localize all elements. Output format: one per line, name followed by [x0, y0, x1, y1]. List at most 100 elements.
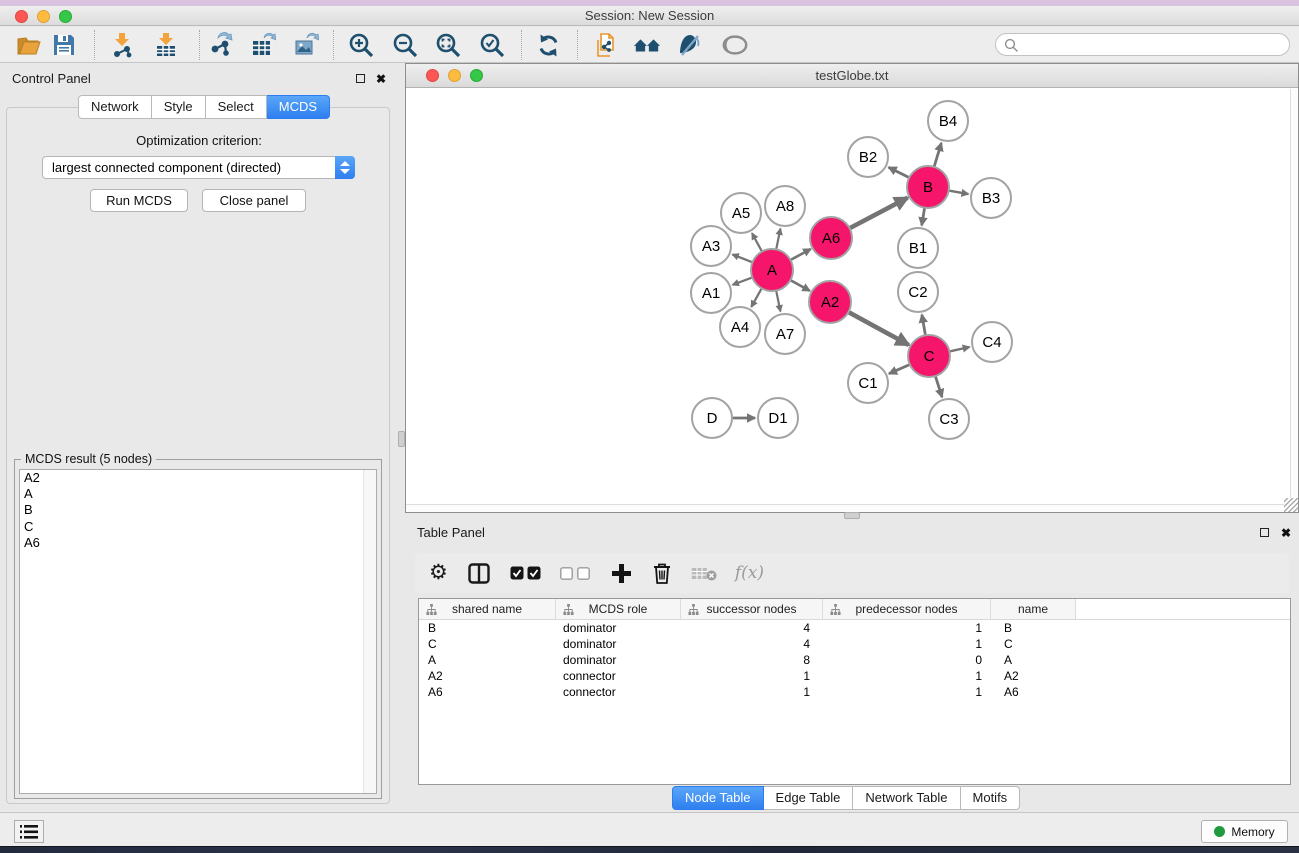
export-table-icon	[250, 32, 276, 58]
birds-eye-button[interactable]	[721, 31, 749, 59]
float-table-panel-icon[interactable]	[1260, 528, 1269, 537]
network-graph[interactable]: B4B2BB3A8A5A6B1A3AA1C2A2A4A7CC4C1C3DD1	[406, 89, 1298, 513]
zoom-selected-button[interactable]	[478, 31, 506, 59]
graph-edge[interactable]	[949, 347, 969, 351]
network-view-window: testGlobe.txt B4B2BB3A8A5A6B1A3AA1C2A2A4…	[405, 63, 1299, 513]
search-input[interactable]	[1022, 35, 1282, 54]
graph-edge[interactable]	[850, 198, 908, 229]
mcds-result-title: MCDS result (5 nodes)	[21, 452, 156, 466]
hide-graphics-details-button[interactable]	[676, 31, 704, 59]
toolbar-separator	[94, 30, 95, 60]
table-panel-title: Table Panel	[417, 525, 485, 540]
memory-button[interactable]: Memory	[1201, 820, 1288, 843]
network-canvas[interactable]: B4B2BB3A8A5A6B1A3AA1C2A2A4A7CC4C1C3DD1	[406, 89, 1298, 512]
graph-edge[interactable]	[848, 312, 908, 345]
table-settings-button[interactable]: ⚙	[429, 558, 448, 588]
delete-column-button[interactable]	[653, 558, 671, 588]
graph-edge[interactable]	[922, 315, 926, 336]
mcds-result-item[interactable]: A2	[20, 470, 376, 486]
table-tabs: Node Table Edge Table Network Table Moti…	[672, 786, 1020, 810]
add-column-button[interactable]	[612, 558, 631, 588]
graph-node-label: B	[923, 179, 933, 196]
status-bar: Memory	[0, 812, 1299, 846]
mcds-result-item[interactable]: C	[20, 519, 376, 535]
save-session-button[interactable]	[50, 31, 78, 59]
graph-edge[interactable]	[732, 254, 752, 262]
graph-edge[interactable]	[934, 143, 941, 167]
run-mcds-button[interactable]: Run MCDS	[90, 189, 188, 212]
table-row[interactable]: Cdominator41C	[419, 636, 1290, 652]
task-history-button[interactable]	[14, 820, 44, 843]
mcds-result-list[interactable]: A2ABCA6	[19, 469, 377, 794]
table-row[interactable]: Adominator80A	[419, 652, 1290, 668]
tab-node-table[interactable]: Node Table	[672, 786, 764, 810]
home-button[interactable]	[633, 31, 661, 59]
result-scrollbar[interactable]	[363, 470, 376, 793]
graph-edge[interactable]	[889, 364, 910, 373]
float-panel-icon[interactable]	[356, 74, 365, 83]
import-network-icon	[109, 32, 135, 58]
vertical-scrollbar[interactable]	[1290, 89, 1298, 504]
column-header[interactable]: predecessor nodes	[823, 599, 991, 619]
graph-edge[interactable]	[733, 277, 753, 284]
close-panel-button[interactable]: Close panel	[202, 189, 306, 212]
refresh-button[interactable]	[534, 31, 562, 59]
graph-edge[interactable]	[776, 291, 780, 312]
open-session-button[interactable]	[15, 31, 43, 59]
tab-style[interactable]: Style	[152, 95, 206, 119]
export-table-button[interactable]	[249, 31, 277, 59]
split-view-icon	[468, 563, 490, 584]
graph-edge[interactable]	[790, 249, 810, 260]
import-network-button[interactable]	[108, 31, 136, 59]
function-builder-button[interactable]: f(x)	[735, 558, 764, 588]
tab-mcds[interactable]: MCDS	[267, 95, 330, 119]
open-folder-icon	[16, 32, 42, 58]
toolbar-separator	[577, 30, 578, 60]
graph-edge[interactable]	[776, 229, 780, 250]
close-table-panel-icon[interactable]: ✖	[1281, 527, 1291, 539]
column-header[interactable]: MCDS role	[556, 599, 681, 619]
deselect-all-button[interactable]	[560, 558, 590, 588]
close-panel-icon[interactable]: ✖	[376, 73, 386, 85]
tab-select[interactable]: Select	[206, 95, 267, 119]
vertical-split-handle[interactable]	[398, 431, 405, 447]
mcds-result-item[interactable]: A	[20, 486, 376, 502]
table-row[interactable]: Bdominator41B	[419, 620, 1290, 636]
column-header[interactable]: shared name	[419, 599, 556, 619]
graph-edge[interactable]	[790, 280, 809, 291]
duplicate-network-button[interactable]	[592, 31, 620, 59]
graph-edge[interactable]	[751, 288, 761, 307]
graph-edge[interactable]	[889, 167, 910, 177]
graph-edge[interactable]	[949, 191, 969, 194]
tab-network[interactable]: Network	[78, 95, 152, 119]
resize-grip[interactable]	[1284, 498, 1298, 512]
split-view-button[interactable]	[468, 558, 490, 588]
mcds-result-item[interactable]: B	[20, 502, 376, 518]
column-header[interactable]: successor nodes	[681, 599, 823, 619]
zoom-out-button[interactable]	[391, 31, 419, 59]
duplicate-network-icon	[593, 32, 620, 59]
horizontal-split-handle[interactable]	[844, 512, 860, 519]
delete-table-button[interactable]	[691, 558, 717, 588]
tab-network-table[interactable]: Network Table	[853, 786, 960, 810]
mcds-result-item[interactable]: A6	[20, 535, 376, 551]
graph-edge[interactable]	[935, 376, 942, 397]
search-field[interactable]	[995, 33, 1290, 56]
tab-motifs[interactable]: Motifs	[961, 786, 1021, 810]
zoom-in-button[interactable]	[347, 31, 375, 59]
toolbar-separator	[333, 30, 334, 60]
tab-edge-table[interactable]: Edge Table	[764, 786, 854, 810]
table-row[interactable]: A2connector11A2	[419, 668, 1290, 684]
export-image-button[interactable]	[292, 31, 320, 59]
graph-edge[interactable]	[922, 208, 925, 226]
memory-status-icon	[1214, 826, 1225, 837]
import-table-button[interactable]	[152, 31, 180, 59]
column-header[interactable]: name	[991, 599, 1076, 619]
export-network-button[interactable]	[207, 31, 235, 59]
criterion-dropdown[interactable]: largest connected component (directed)	[42, 156, 355, 179]
horizontal-scrollbar[interactable]	[406, 504, 1290, 512]
select-all-button[interactable]	[510, 558, 542, 588]
zoom-fit-button[interactable]	[434, 31, 462, 59]
table-row[interactable]: A6connector11A6	[419, 684, 1290, 700]
graph-edge[interactable]	[752, 233, 762, 251]
